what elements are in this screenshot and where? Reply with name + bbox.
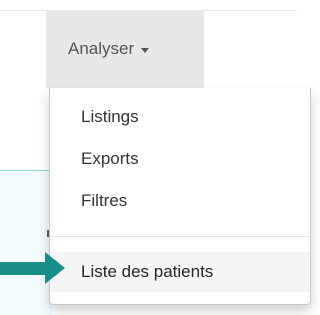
caret-down-icon <box>141 47 150 53</box>
arrow-shaft <box>0 262 47 275</box>
background-edge-mark <box>47 230 49 237</box>
analyser-dropdown-menu: Listings Exports Filtres Liste des patie… <box>49 88 311 305</box>
menu-item-liste-des-patients[interactable]: Liste des patients <box>50 252 310 292</box>
menu-item-label: Listings <box>81 107 139 126</box>
menu-item-listings[interactable]: Listings <box>50 102 310 132</box>
analyser-menu-label: Analyser <box>68 39 135 58</box>
menu-item-exports[interactable]: Exports <box>50 144 310 174</box>
analyser-menu-tab[interactable]: Analyser <box>46 10 204 88</box>
menu-item-label: Exports <box>81 149 139 168</box>
menu-item-filtres[interactable]: Filtres <box>50 186 310 216</box>
menu-divider <box>51 236 309 237</box>
arrow-head <box>45 252 65 284</box>
menu-item-label: Liste des patients <box>81 262 214 281</box>
menu-item-label: Filtres <box>81 191 128 210</box>
content-panel <box>0 171 52 315</box>
